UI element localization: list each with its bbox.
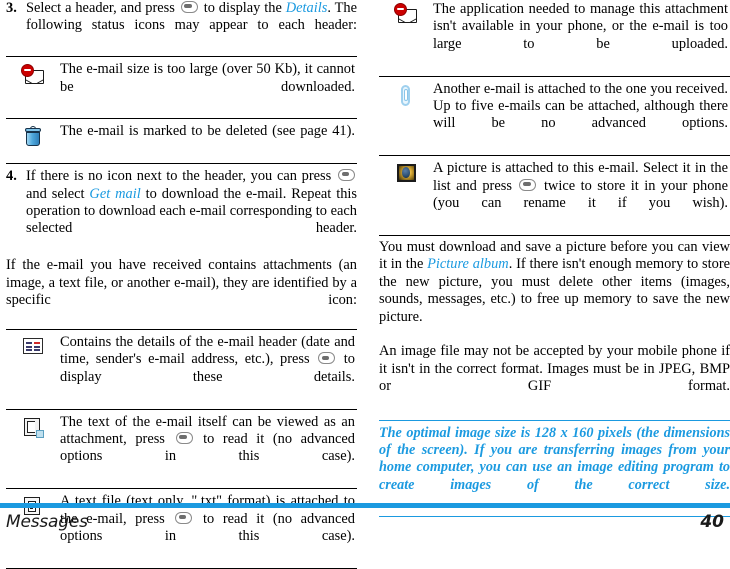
attachment-text-value: The application needed to manage this at… (433, 1, 728, 52)
attachment-text-value: Another e-mail is attached to the one yo… (433, 80, 728, 132)
step-4-text: If there is no icon next to the header, … (26, 168, 357, 255)
attachment-icon-cell (379, 76, 433, 156)
attachment-icon-cell (6, 329, 60, 409)
trash-icon (23, 126, 43, 147)
email-text-attachment-icon (23, 417, 44, 438)
table-row: Contains the details of the e-mail heade… (6, 329, 357, 409)
picture-attachment-icon (396, 163, 417, 183)
step-3-text-after: to display the (203, 0, 282, 16)
step-4-text-after: and select (26, 185, 85, 202)
step-4-text-before: If there is no icon next to the header, … (26, 168, 332, 185)
step-3: 3. Select a header, and press to display… (6, 0, 357, 52)
attachment-text-before: Contains the details of the e-mail heade… (60, 333, 355, 368)
header-details-icon (22, 337, 44, 355)
attachment-icon-text: The application needed to manage this at… (433, 0, 730, 76)
paperclip-icon (400, 84, 412, 108)
attachment-icon-text: Contains the details of the e-mail heade… (60, 329, 357, 409)
step-4: 4. If there is no icon next to the heade… (6, 168, 357, 255)
footer-chapter-title: Messages (6, 511, 88, 532)
ok-key-icon (318, 352, 336, 365)
footer-page-number: 40 (700, 511, 724, 532)
picture-album-paragraph: You must download and save a picture bef… (379, 239, 730, 343)
get-mail-link[interactable]: Get mail (89, 186, 140, 202)
details-link[interactable]: Details (286, 0, 328, 16)
status-icon-text-value: The e-mail is marked to be deleted (see … (60, 123, 355, 140)
ok-key-icon (338, 169, 355, 182)
ok-key-icon (180, 1, 198, 13)
unsupported-attachment-icon (394, 3, 418, 24)
attachment-intro-paragraph: If the e-mail you have received contains… (6, 257, 357, 309)
attachment-icon-table-right: The application needed to manage this at… (379, 0, 730, 236)
status-icon-table: The e-mail size is too large (over 50 Kb… (6, 56, 357, 164)
attachment-icon-cell (379, 0, 433, 76)
image-format-paragraph: An image file may not be accepted by you… (379, 343, 730, 395)
left-column: 3. Select a header, and press to display… (6, 0, 357, 569)
table-row: A picture is attached to this e-mail. Se… (379, 155, 730, 236)
optimal-image-size-note-text: The optimal image size is 128 x 160 pixe… (379, 424, 730, 493)
attachment-icon-cell (6, 409, 60, 489)
table-row: The text of the e-mail itself can be vie… (6, 409, 357, 489)
ok-key-icon (519, 178, 537, 191)
right-column: The application needed to manage this at… (379, 0, 730, 517)
status-icon-cell (6, 57, 60, 119)
document-page: 3. Select a header, and press to display… (0, 0, 730, 569)
status-icon-text: The e-mail size is too large (over 50 Kb… (60, 57, 357, 119)
table-row: The e-mail is marked to be deleted (see … (6, 118, 357, 164)
footer-accent-rule (0, 503, 730, 508)
step-3-text-before: Select a header, and press (26, 0, 175, 16)
attachment-icon-text: The text of the e-mail itself can be vie… (60, 409, 357, 489)
status-icon-text: The e-mail is marked to be deleted (see … (60, 119, 357, 164)
attachment-icon-text: A picture is attached to this e-mail. Se… (433, 156, 730, 236)
picture-album-link[interactable]: Picture album (427, 256, 509, 272)
table-row: Another e-mail is attached to the one yo… (379, 76, 730, 156)
status-icon-text-value: The e-mail size is too large (over 50 Kb… (60, 61, 355, 95)
mail-too-large-icon (21, 64, 45, 85)
table-row: The e-mail size is too large (over 50 Kb… (6, 56, 357, 119)
attachment-icon-cell (379, 156, 433, 236)
step-3-number: 3. (6, 0, 17, 16)
page-footer: Messages 40 (0, 509, 730, 534)
step-3-text: Select a header, and press to display th… (26, 0, 357, 52)
two-column-body: 3. Select a header, and press to display… (0, 0, 730, 569)
attachment-icon-text: Another e-mail is attached to the one yo… (433, 76, 730, 156)
table-row: The application needed to manage this at… (379, 0, 730, 76)
status-icon-cell (6, 119, 60, 164)
step-4-number: 4. (6, 168, 17, 185)
ok-key-icon (175, 431, 193, 444)
